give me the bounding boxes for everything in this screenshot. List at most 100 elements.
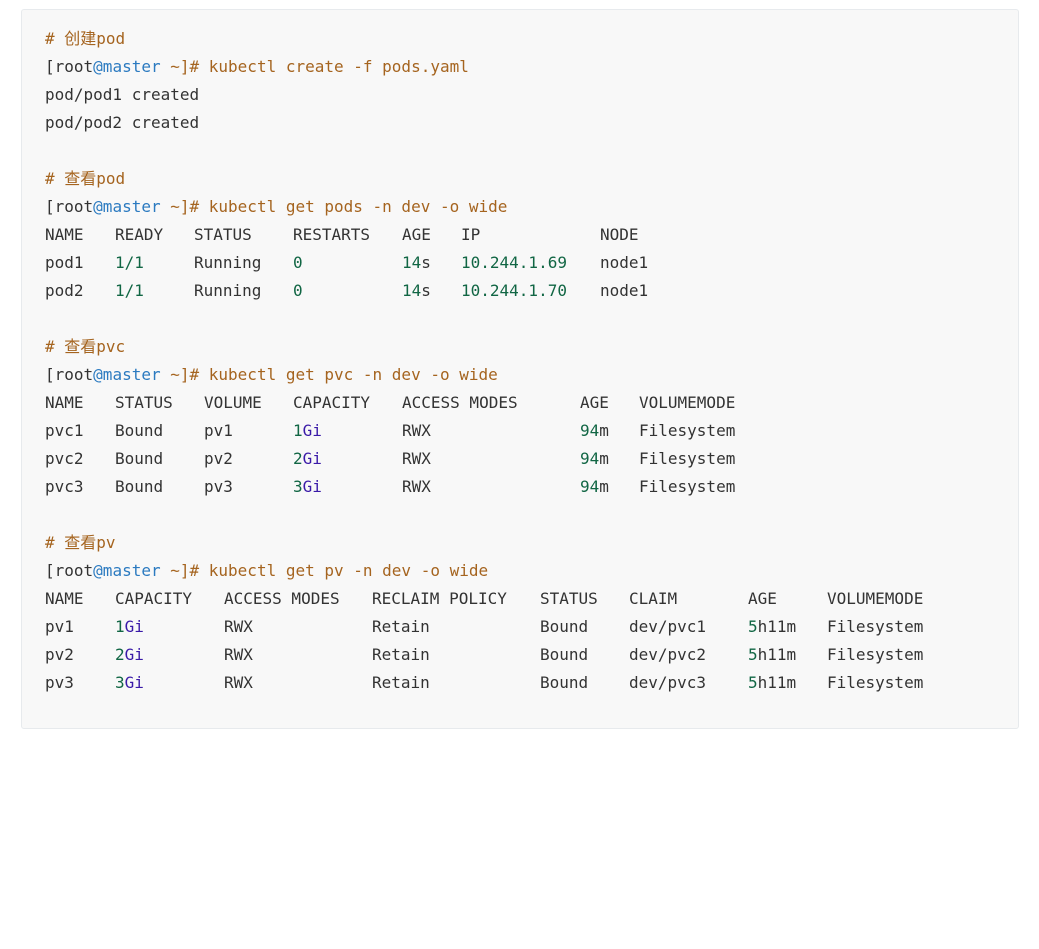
cell-age: 5h11m [748, 641, 796, 669]
header-cell: CAPACITY [293, 393, 371, 412]
table-row: pod2 1/1 Running 0 14s 10.244.1.70 node1 [45, 277, 945, 305]
cell-age: 94m [580, 417, 609, 445]
age-unit: m [599, 477, 609, 496]
cell-status: Bound [115, 421, 164, 440]
age-unit: h11m [757, 673, 797, 692]
pvc-header-row: NAME STATUS VOLUME CAPACITY ACCESS MODES… [45, 389, 945, 417]
prompt-host: @master [93, 197, 161, 216]
cell-volumemode: Filesystem [639, 449, 736, 468]
table-row: pvc2 Bound pv2 2Gi RWX 94m Filesystem [45, 445, 945, 473]
cell-name: pv3 [45, 673, 74, 692]
cell-volumemode: Filesystem [827, 617, 924, 636]
table-row: pod1 1/1 Running 0 14s 10.244.1.69 node1 [45, 249, 945, 277]
prompt-suffix: ~]# [160, 197, 200, 216]
prompt-suffix: ~]# [160, 57, 200, 76]
cell-restarts: 0 [293, 253, 303, 272]
cell-reclaim-policy: Retain [372, 617, 430, 636]
cell-capacity: 1Gi [293, 417, 322, 445]
cell-age: 14s [402, 277, 431, 305]
command-text: kubectl get pvc -n dev -o wide [199, 365, 498, 384]
cell-capacity: 3Gi [115, 669, 144, 697]
header-cell: NAME [45, 589, 84, 608]
header-cell: VOLUME [204, 393, 262, 412]
header-cell: NAME [45, 393, 84, 412]
capacity-unit: Gi [124, 617, 144, 636]
prompt-line-create: [root@master ~]# kubectl create -f pods.… [45, 53, 469, 81]
comment-text: # 查看pvc [45, 337, 126, 356]
age-number: 94 [580, 421, 600, 440]
capacity-number: 3 [115, 673, 125, 692]
cell-name: pv1 [45, 617, 74, 636]
cell-access-modes: RWX [224, 673, 253, 692]
cell-volumemode: Filesystem [827, 673, 924, 692]
header-cell: RESTARTS [293, 225, 371, 244]
capacity-number: 1 [293, 421, 303, 440]
command-text: kubectl create -f pods.yaml [199, 57, 469, 76]
cell-volumemode: Filesystem [639, 421, 736, 440]
header-cell: NAME [45, 225, 84, 244]
cell-name: pod2 [45, 281, 84, 300]
cell-access-modes: RWX [402, 477, 431, 496]
cell-status: Bound [115, 477, 164, 496]
header-cell: ACCESS MODES [224, 589, 340, 608]
pods-header-row: NAME READY STATUS RESTARTS AGE IP NODE [45, 221, 945, 249]
header-cell: VOLUMEMODE [827, 589, 924, 608]
cell-volume: pv2 [204, 449, 233, 468]
cell-status: Bound [540, 617, 589, 636]
cell-access-modes: RWX [402, 421, 431, 440]
table-row: pvc3 Bound pv3 3Gi RWX 94m Filesystem [45, 473, 945, 501]
cell-ready: 1/1 [115, 281, 144, 300]
prompt-line-pvc: [root@master ~]# kubectl get pvc -n dev … [45, 361, 498, 389]
prompt-user: [root [45, 197, 94, 216]
cell-reclaim-policy: Retain [372, 673, 430, 692]
prompt-host: @master [93, 57, 161, 76]
capacity-unit: Gi [302, 477, 322, 496]
cell-node: node1 [600, 281, 649, 300]
header-cell: STATUS [194, 225, 252, 244]
cell-status: Bound [115, 449, 164, 468]
cell-ready: 1/1 [115, 253, 144, 272]
prompt-suffix: ~]# [160, 561, 200, 580]
age-number: 5 [748, 673, 758, 692]
command-text: kubectl get pods -n dev -o wide [199, 197, 508, 216]
cell-name: pvc2 [45, 449, 84, 468]
comment-text: # 创建pod [45, 29, 126, 48]
header-cell: CLAIM [629, 589, 678, 608]
cell-status: Bound [540, 645, 589, 664]
capacity-unit: Gi [124, 673, 144, 692]
comment-get-pvc: # 查看pvc [45, 333, 125, 361]
cell-age: 14s [402, 249, 431, 277]
capacity-number: 2 [115, 645, 125, 664]
cell-capacity: 2Gi [293, 445, 322, 473]
header-cell: AGE [580, 393, 609, 412]
cell-ip: 10.244.1.69 [461, 253, 567, 272]
capacity-number: 1 [115, 617, 125, 636]
pv-header-row: NAME CAPACITY ACCESS MODES RECLAIM POLIC… [45, 585, 1005, 613]
capacity-unit: Gi [302, 421, 322, 440]
cell-name: pvc1 [45, 421, 84, 440]
cell-claim: dev/pvc3 [629, 673, 707, 692]
cell-capacity: 3Gi [293, 473, 322, 501]
comment-get-pv: # 查看pv [45, 529, 116, 557]
header-cell: RECLAIM POLICY [372, 589, 507, 608]
age-unit: h11m [757, 645, 797, 664]
header-cell: NODE [600, 225, 639, 244]
prompt-host: @master [93, 365, 161, 384]
capacity-unit: Gi [124, 645, 144, 664]
cell-status: Bound [540, 673, 589, 692]
cell-status: Running [194, 253, 262, 272]
header-cell: AGE [402, 225, 431, 244]
age-number: 5 [748, 617, 758, 636]
cell-name: pv2 [45, 645, 74, 664]
cell-volume: pv1 [204, 421, 233, 440]
prompt-user: [root [45, 561, 94, 580]
cell-age: 5h11m [748, 669, 796, 697]
header-cell: STATUS [115, 393, 173, 412]
comment-create-pod: # 创建pod [45, 25, 125, 53]
cell-volumemode: Filesystem [827, 645, 924, 664]
cell-access-modes: RWX [224, 645, 253, 664]
header-cell: READY [115, 225, 164, 244]
age-unit: m [599, 421, 609, 440]
age-number: 94 [580, 477, 600, 496]
comment-get-pods: # 查看pod [45, 165, 125, 193]
